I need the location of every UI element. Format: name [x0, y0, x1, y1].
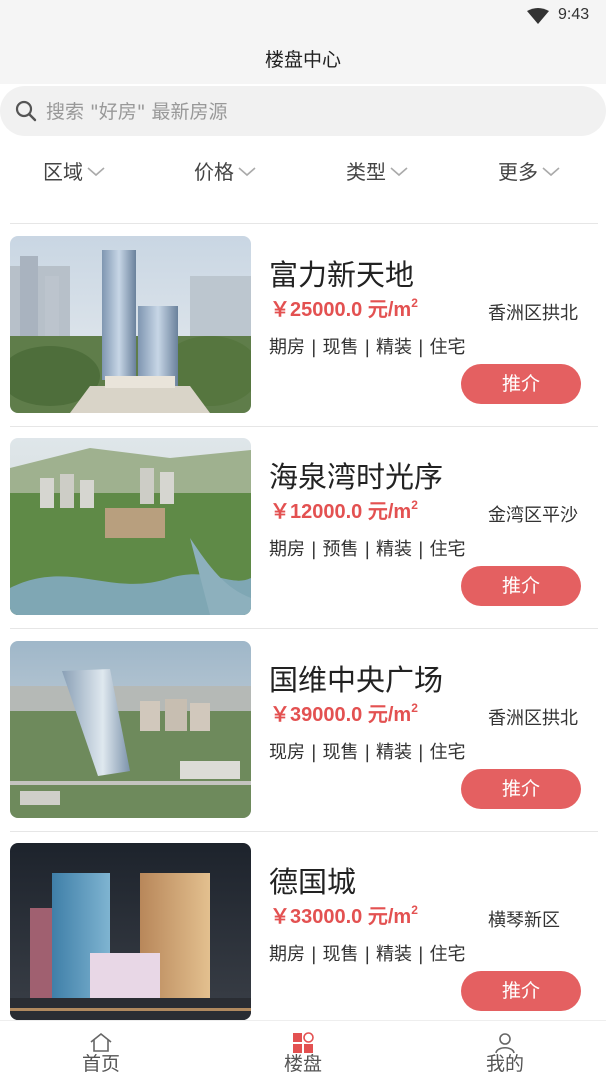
page-title: 楼盘中心 [264, 49, 341, 71]
listing-name: 富力新天地 [269, 258, 415, 292]
bottom-nav: 首页 楼盘 我的 [0, 1020, 606, 1080]
nav-label: 首页 [81, 1053, 120, 1075]
wifi-icon [527, 8, 549, 24]
filter-price[interactable]: 价格 [194, 154, 256, 186]
nav-profile[interactable]: 我的 [455, 1021, 555, 1080]
filter-region[interactable]: 区域 [43, 154, 105, 186]
search-icon [15, 100, 37, 122]
recommend-button[interactable]: 推介 [461, 364, 581, 404]
chevron-down-icon [390, 167, 408, 177]
divider [10, 426, 598, 427]
filter-label: 价格 [194, 159, 234, 184]
list-item[interactable]: 德国城 ￥33000.0 元/m2 横琴新区 期房 | 现售 | 精装 | 住宅… [0, 843, 606, 1045]
listing-photo [10, 236, 251, 413]
title-bar: 楼盘中心 [0, 34, 606, 84]
filter-bar: 区域 价格 类型 更多 [0, 140, 606, 198]
status-bar: 9:43 [0, 0, 606, 34]
filter-label: 区域 [43, 159, 83, 184]
listing-district: 香洲区拱北 [488, 708, 578, 729]
search-input[interactable]: 搜索 "好房" 最新房源 [0, 86, 606, 136]
listing-tags: 期房 | 现售 | 精装 | 住宅 [269, 944, 466, 965]
listing-tags: 现房 | 现售 | 精装 | 住宅 [269, 742, 466, 763]
chevron-down-icon [238, 167, 256, 177]
list-item[interactable]: 富力新天地 ￥25000.0 元/m2 香洲区拱北 期房 | 现售 | 精装 |… [0, 236, 606, 438]
listing-tags: 期房 | 现售 | 精装 | 住宅 [269, 337, 466, 358]
divider [10, 223, 598, 224]
listing-name: 国维中央广场 [269, 663, 444, 697]
filter-label: 更多 [498, 159, 538, 184]
listing-district: 金湾区平沙 [488, 505, 578, 526]
chevron-down-icon [542, 167, 560, 177]
listing-district: 横琴新区 [488, 910, 560, 931]
listing-name: 德国城 [269, 865, 357, 899]
listing-photo [10, 438, 251, 615]
nav-label: 我的 [485, 1053, 524, 1075]
recommend-button[interactable]: 推介 [461, 566, 581, 606]
filter-more[interactable]: 更多 [498, 154, 560, 186]
nav-home[interactable]: 首页 [51, 1021, 151, 1080]
divider [10, 628, 598, 629]
list-item[interactable]: 海泉湾时光序 ￥12000.0 元/m2 金湾区平沙 期房 | 预售 | 精装 … [0, 438, 606, 640]
listing-name: 海泉湾时光序 [269, 460, 444, 494]
status-time: 9:43 [558, 6, 590, 23]
list-item[interactable]: 国维中央广场 ￥39000.0 元/m2 香洲区拱北 现房 | 现售 | 精装 … [0, 641, 606, 843]
listing-photo [10, 641, 251, 818]
listing-price: ￥25000.0 元/m2 [270, 296, 418, 321]
chevron-down-icon [87, 167, 105, 177]
nav-label: 楼盘 [283, 1053, 322, 1075]
search-placeholder: 搜索 "好房" 最新房源 [46, 101, 228, 123]
listing-district: 香洲区拱北 [488, 303, 578, 324]
filter-type[interactable]: 类型 [346, 154, 408, 186]
listing-price: ￥12000.0 元/m2 [270, 498, 418, 523]
filter-label: 类型 [346, 159, 386, 184]
recommend-button[interactable]: 推介 [461, 769, 581, 809]
listing-price: ￥39000.0 元/m2 [270, 701, 418, 726]
listing-price: ￥33000.0 元/m2 [270, 903, 418, 928]
recommend-button[interactable]: 推介 [461, 971, 581, 1011]
divider [10, 831, 598, 832]
listing-tags: 期房 | 预售 | 精装 | 住宅 [269, 539, 466, 560]
nav-buildings[interactable]: 楼盘 [253, 1021, 353, 1080]
listing-photo [10, 843, 251, 1020]
